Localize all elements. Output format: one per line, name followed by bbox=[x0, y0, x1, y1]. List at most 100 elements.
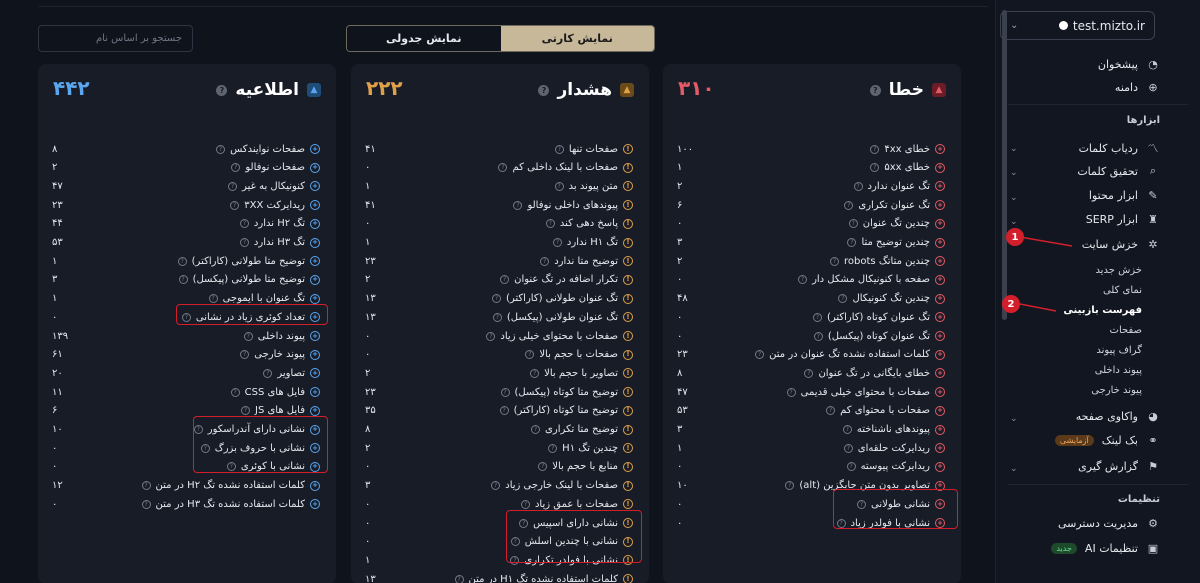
issue-row[interactable]: ۰ + چندین تگ عنوان? bbox=[677, 215, 945, 233]
issue-label[interactable]: کلمات استفاده نشده تگ H۱ در متن bbox=[469, 574, 618, 583]
chevron-down-icon[interactable]: ⌄ bbox=[1010, 464, 1018, 474]
sidebar-subitem-external-links[interactable]: پیوند خارجی bbox=[1091, 385, 1142, 396]
issue-label[interactable]: توضیح متا ندارد bbox=[554, 256, 618, 267]
issue-label[interactable]: صفحات نوایندکس bbox=[230, 144, 305, 155]
issue-label[interactable]: کنونیکال به غیر bbox=[242, 181, 305, 192]
help-icon[interactable]: ? bbox=[141, 481, 151, 491]
help-icon[interactable]: ? bbox=[785, 481, 795, 491]
issue-label[interactable]: صفحات با لینک خارجی زیاد bbox=[505, 480, 618, 491]
issue-label[interactable]: خطای بایگانی در تگ عنوان bbox=[818, 368, 930, 379]
help-icon[interactable]: ? bbox=[538, 84, 550, 96]
issue-label[interactable]: چندین تگ عنوان bbox=[863, 218, 930, 229]
sidebar-item-access-management[interactable]: ⚙ مدیریت دسترسی bbox=[1058, 517, 1160, 530]
table-view-button[interactable]: نمایش جدولی bbox=[347, 26, 501, 51]
issue-label[interactable]: تصاویر با حجم بالا bbox=[544, 368, 618, 379]
sidebar-item-keyword-tracker[interactable]: 〽 ردیاب کلمات bbox=[1079, 140, 1160, 156]
issue-label[interactable]: پیوندهای داخلی نوفالو bbox=[527, 200, 618, 211]
issue-row[interactable]: ۲ + تگ عنوان ندارد? bbox=[677, 177, 945, 195]
help-icon[interactable]: ? bbox=[545, 219, 555, 229]
help-icon[interactable]: ? bbox=[554, 181, 564, 191]
help-icon[interactable]: ? bbox=[554, 144, 564, 154]
issue-row[interactable]: ۰! صفحات با محتوای خیلی زیاد? bbox=[365, 327, 633, 345]
issue-label[interactable]: چندین تگ H۱ bbox=[562, 443, 618, 454]
issue-label[interactable]: تکرار اضافه در تگ عنوان bbox=[514, 274, 618, 285]
issue-label[interactable]: ریدایرکت حلقه‌ای bbox=[858, 443, 930, 454]
help-icon[interactable]: ? bbox=[228, 181, 238, 191]
sidebar-item-backlink[interactable]: ⚭ بک لینک آزمایشی bbox=[1054, 434, 1160, 447]
issue-row[interactable]: ۱۳! تگ عنوان طولانی (کاراکتر)? bbox=[365, 290, 633, 308]
issue-label[interactable]: ریدایرکت پیوسته bbox=[861, 461, 930, 472]
issue-label[interactable]: صفحات با لینک داخلی کم bbox=[512, 162, 618, 173]
issue-label[interactable]: تگ عنوان طولانی (پیکسل) bbox=[507, 312, 618, 323]
help-icon[interactable]: ? bbox=[216, 84, 228, 96]
help-icon[interactable]: ? bbox=[812, 312, 822, 322]
issue-label[interactable]: تگ عنوان با ایموجی bbox=[223, 293, 305, 304]
issue-row[interactable]: ۳ + توضیح متا طولانی (پیکسل)? bbox=[52, 271, 320, 289]
help-icon[interactable]: ? bbox=[755, 350, 765, 360]
issue-row[interactable]: ۲۳! توضیح متا ندارد? bbox=[365, 252, 633, 270]
help-icon[interactable]: ? bbox=[530, 368, 540, 378]
help-icon[interactable]: ? bbox=[513, 200, 523, 210]
issue-label[interactable]: خطای ۵xx bbox=[884, 162, 930, 173]
issue-label[interactable]: توضیح متا طولانی (پیکسل) bbox=[193, 274, 305, 285]
issue-label[interactable]: صفحات نوفالو bbox=[245, 162, 305, 173]
sidebar-item-dashboard[interactable]: ◔ پیشخوان bbox=[1098, 58, 1160, 71]
issue-row[interactable]: ۰! منابع با حجم بالا? bbox=[365, 458, 633, 476]
chevron-down-icon[interactable]: ⌄ bbox=[1010, 217, 1018, 227]
issue-row[interactable]: ۰ + ریدایرکت پیوسته? bbox=[677, 458, 945, 476]
help-icon[interactable]: ? bbox=[847, 238, 857, 247]
issue-label[interactable]: چندین تگ کنونیکال bbox=[852, 293, 930, 304]
issue-label[interactable]: کلمات استفاده نشده تگ عنوان در متن bbox=[769, 349, 930, 360]
issue-row[interactable]: ۰ + تگ عنوان کوتاه (پیکسل)? bbox=[677, 327, 945, 345]
issue-label[interactable]: صفحات با عمق زیاد bbox=[535, 499, 618, 510]
issue-label[interactable]: کلمات استفاده نشده تگ H۲ در متن bbox=[156, 480, 305, 491]
help-icon[interactable]: ? bbox=[492, 312, 502, 322]
issue-row[interactable]: ۲ + صفحات نوفالو? bbox=[52, 159, 320, 177]
issue-label[interactable]: تگ H۱ ندارد bbox=[567, 237, 618, 248]
issue-row[interactable]: ۲! تصاویر با حجم بالا? bbox=[365, 364, 633, 382]
help-icon[interactable]: ? bbox=[178, 275, 188, 285]
issue-label[interactable]: متن پیوند بد bbox=[569, 181, 618, 192]
issue-label[interactable]: تصاویر bbox=[277, 368, 305, 379]
issue-row[interactable]: ۴۱! صفحات تنها? bbox=[365, 140, 633, 158]
issue-row[interactable]: ۵۳ + صفحات با محتوای کم? bbox=[677, 402, 945, 420]
issue-label[interactable]: فایل های JS bbox=[255, 405, 305, 416]
sidebar-item-reporting[interactable]: ⚑ گزارش گیری bbox=[1078, 460, 1160, 473]
help-icon[interactable]: ? bbox=[540, 256, 550, 266]
issue-row[interactable]: ۸ + خطای بایگانی در تگ عنوان? bbox=[677, 364, 945, 382]
issue-label[interactable]: تگ H۳ ندارد bbox=[254, 237, 305, 248]
issue-row[interactable]: ۲۳! توضیح متا کوتاه (پیکسل)? bbox=[365, 383, 633, 401]
issue-row[interactable]: ۲۳ + ریدایرکت ۳XX? bbox=[52, 196, 320, 214]
help-icon[interactable]: ? bbox=[798, 275, 808, 285]
issue-label[interactable]: تگ عنوان ندارد bbox=[868, 181, 930, 192]
issue-label[interactable]: ریدایرکت ۳XX bbox=[244, 200, 305, 211]
sidebar-item-ai-settings[interactable]: ▣ تنظیمات AI جدید bbox=[1051, 542, 1160, 555]
sidebar-item-serp-tool[interactable]: ♜ ابزار SERP bbox=[1086, 213, 1160, 226]
help-icon[interactable]: ? bbox=[848, 219, 858, 229]
help-icon[interactable]: ? bbox=[538, 462, 548, 472]
help-icon[interactable]: ? bbox=[548, 443, 558, 453]
issue-row[interactable]: ۰ + صفحه با کنونیکال مشکل دار? bbox=[677, 271, 945, 289]
issue-label[interactable]: تگ عنوان تکراری bbox=[858, 200, 930, 211]
search-input[interactable]: جستجو بر اساس نام bbox=[38, 25, 193, 52]
issue-row[interactable]: ۲ + چندین متاتگ robots? bbox=[677, 252, 945, 270]
issue-label[interactable]: توضیح متا کوتاه (کاراکتر) bbox=[514, 405, 618, 416]
issue-row[interactable]: ۰! صفحات با لینک داخلی کم? bbox=[365, 159, 633, 177]
help-icon[interactable]: ? bbox=[804, 368, 814, 378]
chevron-down-icon[interactable]: ⌄ bbox=[1010, 168, 1018, 178]
issue-row[interactable]: ۴۴ + تگ H۲ ندارد? bbox=[52, 215, 320, 233]
help-icon[interactable]: ? bbox=[853, 181, 863, 191]
help-icon[interactable]: ? bbox=[243, 331, 253, 341]
issue-label[interactable]: پیوند داخلی bbox=[258, 331, 305, 342]
issue-row[interactable]: ۸ + صفحات نوایندکس? bbox=[52, 140, 320, 158]
help-icon[interactable]: ? bbox=[499, 406, 509, 416]
issue-label[interactable]: منابع با حجم بالا bbox=[552, 461, 618, 472]
help-icon[interactable]: ? bbox=[842, 425, 852, 434]
help-icon[interactable]: ? bbox=[239, 219, 249, 229]
help-icon[interactable]: ? bbox=[786, 387, 796, 397]
issue-row[interactable]: ۳! صفحات با لینک خارجی زیاد? bbox=[365, 477, 633, 495]
help-icon[interactable]: ? bbox=[231, 163, 241, 173]
sidebar-subitem-overview[interactable]: نمای کلی bbox=[1103, 285, 1142, 296]
issue-row[interactable]: ۴۱! پیوندهای داخلی نوفالو? bbox=[365, 196, 633, 214]
issue-label[interactable]: چندین متاتگ robots bbox=[844, 256, 930, 267]
